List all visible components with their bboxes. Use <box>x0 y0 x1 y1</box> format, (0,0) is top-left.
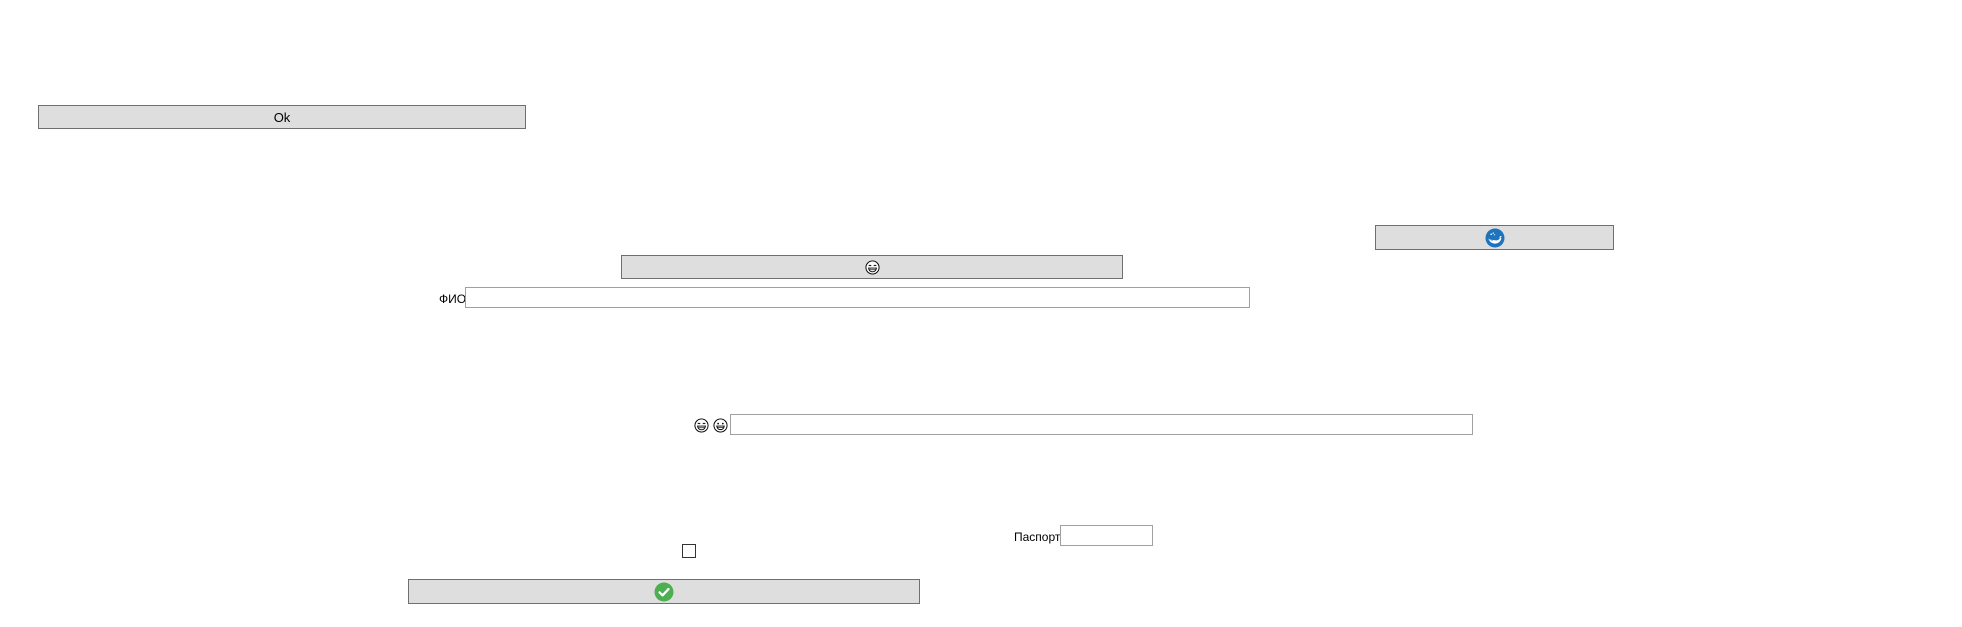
emoji-input[interactable] <box>730 414 1473 435</box>
confirm-button[interactable] <box>408 579 920 604</box>
laugh-button[interactable] <box>621 255 1123 279</box>
whale-button[interactable] <box>1375 225 1614 250</box>
fio-input[interactable] <box>465 287 1250 308</box>
checkmark-circle-icon <box>654 582 674 602</box>
ok-button-label: Ok <box>273 109 291 125</box>
passport-input[interactable] <box>1060 525 1153 546</box>
agree-checkbox[interactable] <box>682 544 696 558</box>
whale-icon <box>1485 228 1505 248</box>
ok-button[interactable]: Ok <box>38 105 526 129</box>
passport-label: Паспорт <box>1014 530 1061 544</box>
grinning-face-icon <box>713 418 728 433</box>
laughing-face-icon <box>864 259 880 275</box>
laughing-face-icon <box>694 418 709 433</box>
fio-label: ФИО <box>439 292 467 306</box>
